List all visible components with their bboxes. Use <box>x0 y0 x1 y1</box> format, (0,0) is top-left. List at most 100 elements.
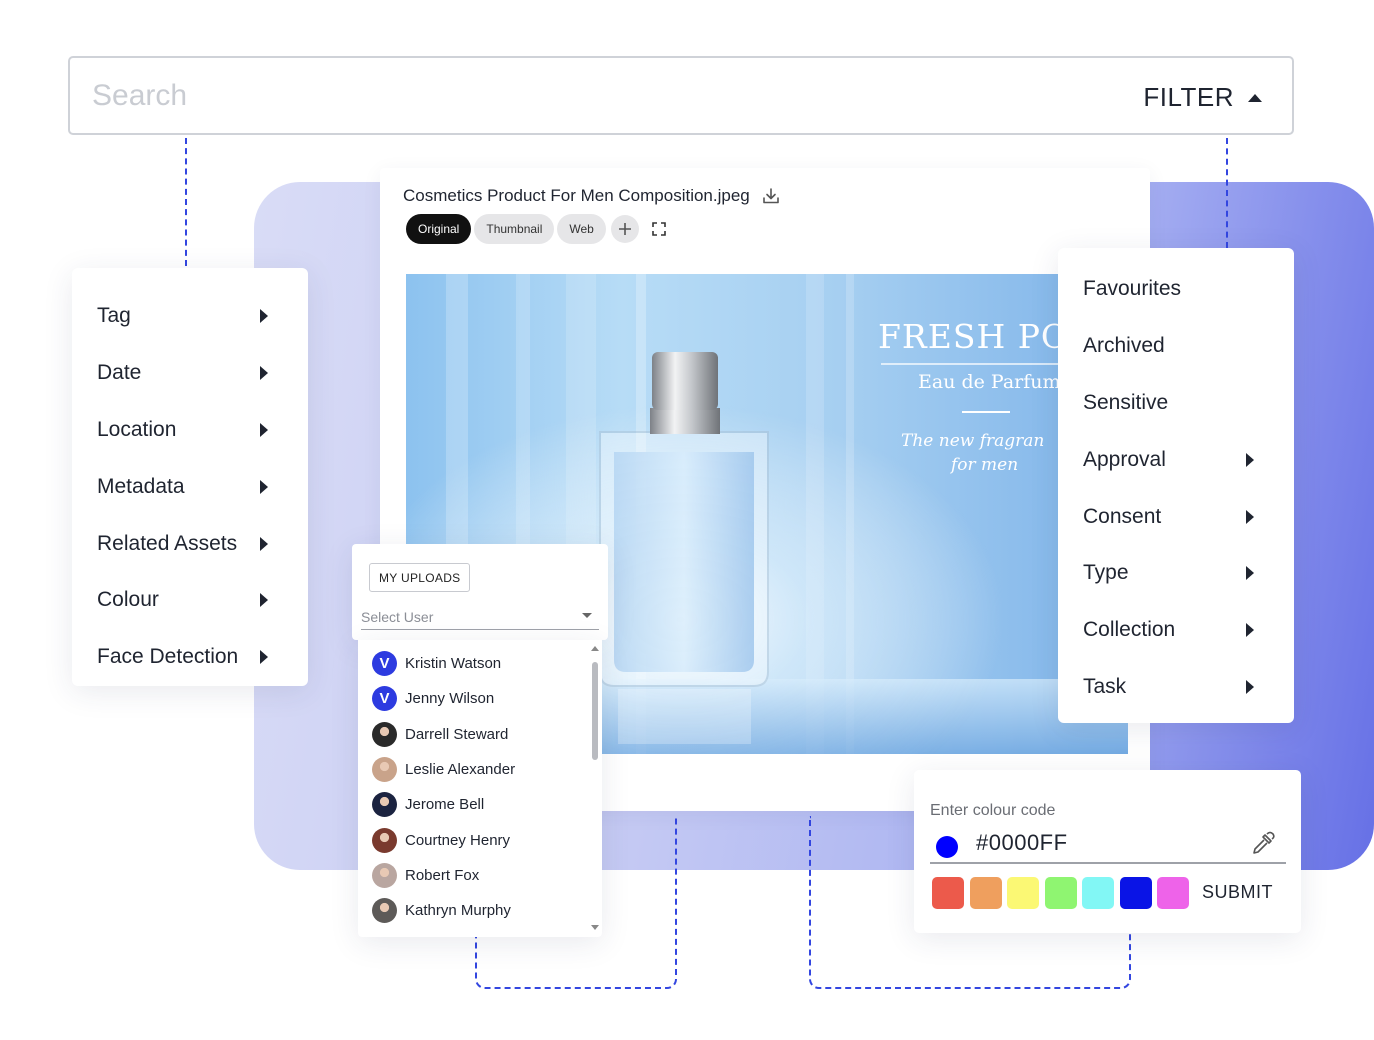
filter-item-approval[interactable]: Approval <box>1058 431 1294 488</box>
avatar: V <box>372 686 397 712</box>
caret-right-icon <box>260 366 268 381</box>
user-name: Kathryn Murphy <box>405 902 511 920</box>
avatar <box>372 862 397 888</box>
filter-item-consent[interactable]: Consent <box>1058 488 1294 545</box>
filter-item-colour[interactable]: Colour <box>72 572 308 629</box>
fullscreen-icon[interactable] <box>652 222 666 236</box>
avatar <box>372 898 397 924</box>
filter-item-task[interactable]: Task <box>1058 659 1294 716</box>
image-subline: Eau de Parfum <box>918 371 1061 393</box>
user-list-item[interactable]: Robert Fox <box>358 858 602 893</box>
select-user-dropdown[interactable]: Select User <box>361 604 599 630</box>
add-rendition-button[interactable] <box>610 215 639 243</box>
search-input[interactable] <box>92 76 992 116</box>
my-uploads-button[interactable]: MY UPLOADS <box>369 563 471 592</box>
colour-code-field[interactable]: #0000FF <box>930 828 1286 864</box>
plus-icon <box>618 223 631 235</box>
colour-swatch[interactable] <box>1007 877 1039 909</box>
file-title: Cosmetics Product For Men Composition.jp… <box>403 186 780 206</box>
user-list-item[interactable]: Jerome Bell <box>358 787 602 822</box>
avatar: V <box>372 651 397 677</box>
image-tagline-1: The new fragran <box>901 431 1044 451</box>
caret-up-icon <box>1248 93 1262 102</box>
tab-original[interactable]: Original <box>406 214 472 244</box>
scrollbar-thumb[interactable] <box>592 662 598 760</box>
user-list: V Kristin Watson V Jenny Wilson Darrell Stew… <box>358 640 602 937</box>
connector-line <box>185 138 187 266</box>
user-name: Courtney Henry <box>405 831 511 849</box>
filter-item-label: Type <box>1083 561 1129 585</box>
caret-right-icon <box>1246 679 1254 694</box>
chevron-down-icon <box>582 613 592 618</box>
colour-code-value[interactable]: #0000FF <box>976 830 1068 856</box>
user-list-item[interactable]: Courtney Henry <box>358 822 602 857</box>
filter-item-label: Location <box>97 417 177 441</box>
filter-item-label: Date <box>97 361 142 385</box>
caret-right-icon <box>260 309 268 324</box>
user-list-item[interactable]: Darrell Steward <box>358 717 602 752</box>
filter-item-face-detection[interactable]: Face Detection <box>72 629 308 686</box>
filter-item-type[interactable]: Type <box>1058 545 1294 602</box>
scroll-up-icon[interactable] <box>591 646 599 651</box>
filter-item-label: Approval <box>1083 447 1166 471</box>
scrollbar[interactable] <box>591 644 599 932</box>
caret-right-icon <box>260 479 268 494</box>
colour-swatch[interactable] <box>1119 877 1152 909</box>
filter-item-metadata[interactable]: Metadata <box>72 458 308 515</box>
user-name: Robert Fox <box>405 866 480 884</box>
image-tagline-2: for men <box>949 455 1018 475</box>
filter-item-date[interactable]: Date <box>72 345 308 402</box>
colour-swatch[interactable] <box>1082 877 1114 909</box>
user-name: Leslie Alexander <box>405 761 516 779</box>
user-list-item[interactable]: Leslie Alexander <box>358 752 602 787</box>
filter-item-label: Sensitive <box>1083 390 1169 414</box>
filter-item-label: Archived <box>1083 334 1165 358</box>
avatar <box>372 721 397 747</box>
filter-item-label: Metadata <box>97 474 185 498</box>
filter-item-label: Tag <box>97 304 131 328</box>
user-list-item[interactable]: Kathryn Murphy <box>358 893 602 928</box>
colour-preview-dot <box>936 836 958 858</box>
user-name: Kristin Watson <box>405 655 502 673</box>
filter-item-collection[interactable]: Collection <box>1058 602 1294 659</box>
user-name: Jerome Bell <box>405 796 485 814</box>
file-name: Cosmetics Product For Men Composition.jp… <box>403 186 750 205</box>
caret-right-icon <box>260 422 268 437</box>
select-user-placeholder: Select User <box>361 608 434 625</box>
filter-label: FILTER <box>1143 82 1234 112</box>
avatar <box>372 792 397 818</box>
user-name: Jenny Wilson <box>405 690 495 708</box>
filter-item-tag[interactable]: Tag <box>72 288 308 345</box>
filter-item-related-assets[interactable]: Related Assets <box>72 515 308 572</box>
scroll-down-icon[interactable] <box>591 925 599 930</box>
filter-button[interactable]: FILTER <box>1143 82 1262 113</box>
user-list-item[interactable]: V Jenny Wilson <box>358 681 602 716</box>
caret-right-icon <box>1246 452 1254 467</box>
filter-item-location[interactable]: Location <box>72 402 308 459</box>
connector-line <box>1226 138 1228 248</box>
submit-button[interactable]: SUBMIT <box>1202 882 1273 903</box>
colour-swatch[interactable] <box>1157 877 1189 909</box>
caret-right-icon <box>260 593 268 608</box>
eyedropper-icon[interactable] <box>1248 830 1276 858</box>
tab-web[interactable]: Web <box>557 214 606 244</box>
filter-item-archived[interactable]: Archived <box>1058 318 1294 375</box>
filter-item-label: Colour <box>97 588 159 612</box>
caret-right-icon <box>1246 509 1254 524</box>
colour-swatch[interactable] <box>932 877 964 909</box>
colour-swatch[interactable] <box>969 877 1002 909</box>
user-name: Darrell Steward <box>405 725 509 743</box>
colour-swatch[interactable] <box>1044 877 1077 909</box>
filter-item-favourites[interactable]: Favourites <box>1058 261 1294 318</box>
colour-code-label: Enter colour code <box>930 802 1056 819</box>
filter-item-label: Related Assets <box>97 531 238 555</box>
tab-thumbnail[interactable]: Thumbnail <box>474 214 555 244</box>
rendition-tabs: Original Thumbnail Web <box>406 214 666 244</box>
caret-right-icon <box>260 536 268 551</box>
filter-item-label: Face Detection <box>97 645 239 669</box>
filter-item-sensitive[interactable]: Sensitive <box>1058 375 1294 432</box>
user-picker: MY UPLOADS Select User <box>352 544 608 640</box>
filter-menu-right: Favourites Archived Sensitive Approval Conse… <box>1058 248 1294 723</box>
user-list-item[interactable]: V Kristin Watson <box>358 646 602 681</box>
download-icon[interactable] <box>762 187 780 205</box>
